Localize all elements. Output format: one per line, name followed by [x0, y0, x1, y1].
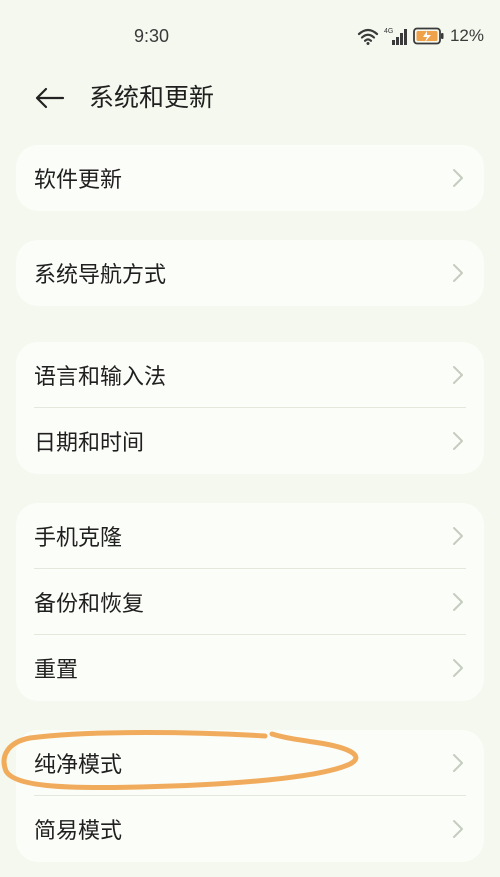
wifi-icon	[357, 28, 379, 45]
arrow-left-icon	[35, 87, 65, 109]
row-label: 简易模式	[34, 819, 123, 844]
status-icons: 4G 12%	[357, 24, 484, 48]
battery-percentage: 12%	[449, 26, 484, 45]
network-type-label: 4G	[384, 28, 393, 35]
chevron-right-icon	[453, 593, 463, 611]
cellular-signal-icon: 4G	[384, 28, 407, 45]
status-time: 9:30	[134, 26, 170, 46]
row-system-navigation[interactable]: 系统导航方式	[16, 240, 484, 306]
settings-group-language: 语言和输入法 日期和时间	[16, 342, 484, 474]
settings-group-backup: 手机克隆 备份和恢复 重置	[16, 503, 484, 701]
chevron-right-icon	[453, 820, 463, 838]
header: 系统和更新	[0, 76, 500, 120]
row-backup-restore[interactable]: 备份和恢复	[16, 569, 484, 635]
battery-icon	[413, 27, 444, 45]
row-simple-mode[interactable]: 简易模式	[16, 796, 484, 862]
row-language-input[interactable]: 语言和输入法	[16, 342, 484, 408]
page-title: 系统和更新	[89, 83, 215, 112]
settings-group-mode: 纯净模式 简易模式	[16, 730, 484, 862]
status-bar: 9:30 4G 12%	[0, 0, 500, 76]
chevron-right-icon	[453, 264, 463, 282]
row-reset[interactable]: 重置	[16, 635, 484, 701]
row-label: 日期和时间	[34, 431, 145, 456]
row-date-time[interactable]: 日期和时间	[16, 408, 484, 474]
row-software-update[interactable]: 软件更新	[16, 145, 484, 211]
settings-group-update: 软件更新	[16, 145, 484, 211]
chevron-right-icon	[453, 659, 463, 677]
chevron-right-icon	[453, 527, 463, 545]
settings-group-navigation: 系统导航方式	[16, 240, 484, 306]
row-label: 重置	[34, 658, 79, 683]
chevron-right-icon	[453, 366, 463, 384]
row-pure-mode[interactable]: 纯净模式	[16, 730, 484, 796]
row-label: 纯净模式	[34, 753, 123, 778]
row-label: 备份和恢复	[34, 592, 145, 617]
chevron-right-icon	[453, 169, 463, 187]
row-label: 语言和输入法	[34, 365, 167, 390]
chevron-right-icon	[453, 432, 463, 450]
row-phone-clone[interactable]: 手机克隆	[16, 503, 484, 569]
row-label: 手机克隆	[34, 526, 123, 551]
chevron-right-icon	[453, 754, 463, 772]
row-label: 系统导航方式	[34, 263, 167, 288]
row-label: 软件更新	[34, 168, 123, 193]
back-button[interactable]	[30, 80, 70, 116]
